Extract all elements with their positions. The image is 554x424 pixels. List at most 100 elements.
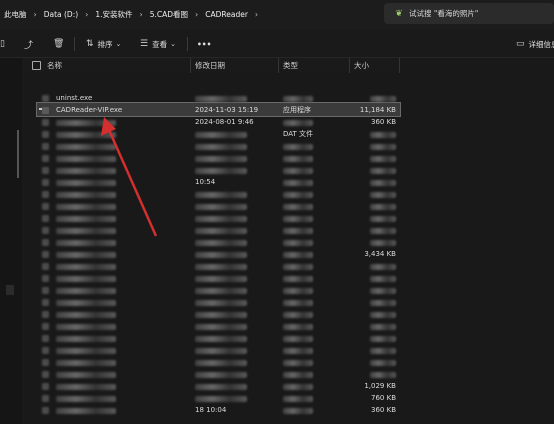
blurred-cell-type xyxy=(283,312,313,318)
file-icon xyxy=(42,251,49,258)
blurred-cell-date xyxy=(195,228,247,234)
file-row[interactable] xyxy=(42,333,400,344)
search-box[interactable]: ❦ 试试搜 "看海的照片" xyxy=(384,3,554,24)
blurred-cell-size xyxy=(370,144,396,150)
cell-date: 2024-08-01 9:46 xyxy=(195,118,254,126)
blurred-cell-name xyxy=(56,216,116,222)
blurred-cell-name xyxy=(56,348,116,354)
file-row[interactable] xyxy=(42,201,400,212)
copy-icon[interactable]: ▯ xyxy=(0,31,8,57)
blurred-cell-type xyxy=(283,300,313,306)
blurred-cell-type xyxy=(283,396,313,402)
file-row[interactable]: 18 10:04 360 KB xyxy=(42,405,400,416)
column-date[interactable]: 修改日期 xyxy=(195,58,225,73)
file-icon xyxy=(42,179,49,186)
chevron-down-icon: ⌄ xyxy=(170,40,176,48)
file-row[interactable]: 1,029 KB xyxy=(42,381,400,392)
file-icon xyxy=(42,119,49,126)
file-icon xyxy=(42,107,49,114)
sort-button[interactable]: ⇅ 排序 ⌄ xyxy=(86,31,125,57)
blurred-cell-date xyxy=(195,144,247,150)
view-button[interactable]: ☰ 查看 ⌄ xyxy=(140,31,180,57)
search-placeholder: 试试搜 "看海的照片" xyxy=(409,9,479,18)
nav-scrollbar[interactable] xyxy=(17,130,19,178)
blurred-cell-type xyxy=(283,204,313,210)
blurred-cell-date xyxy=(195,348,247,354)
file-row[interactable] xyxy=(42,165,400,176)
blurred-cell-type xyxy=(283,192,313,198)
blurred-cell-size xyxy=(370,264,396,270)
file-row[interactable] xyxy=(42,213,400,224)
file-row[interactable] xyxy=(42,225,400,236)
breadcrumb-item[interactable]: CADReader xyxy=(201,10,252,19)
file-row[interactable] xyxy=(42,189,400,200)
blurred-cell-size xyxy=(370,372,396,378)
blurred-cell-size xyxy=(370,168,396,174)
blurred-cell-type xyxy=(283,120,313,126)
cell-size: 360 KB xyxy=(371,118,396,126)
select-all-checkbox[interactable] xyxy=(32,58,41,73)
column-size[interactable]: 大小 xyxy=(354,58,369,73)
file-row-selected[interactable]: CADReader-VIP.exe 2024-11-03 15:19 应用程序 11,… xyxy=(42,105,400,116)
share-icon[interactable]: ⤴ xyxy=(24,31,37,57)
details-button[interactable]: ▭ 详细信息 xyxy=(516,31,554,57)
file-row[interactable]: 3,434 KB xyxy=(42,249,400,260)
file-row[interactable] xyxy=(42,285,400,296)
blurred-cell-type xyxy=(283,252,313,258)
breadcrumb-item[interactable]: Data (D:) xyxy=(40,10,82,19)
blurred-cell-date xyxy=(195,372,247,378)
blurred-cell-name xyxy=(56,204,116,210)
column-divider[interactable] xyxy=(190,58,191,73)
blurred-cell-size xyxy=(370,132,396,138)
blurred-cell-date xyxy=(195,396,247,402)
blurred-cell-date xyxy=(195,168,247,174)
breadcrumb-item[interactable]: 5.CAD看图 xyxy=(146,9,192,20)
blurred-cell-name xyxy=(56,372,116,378)
blurred-cell-name xyxy=(56,276,116,282)
blurred-cell-size xyxy=(370,360,396,366)
more-button[interactable]: ••• xyxy=(197,31,211,57)
blurred-cell-type xyxy=(283,216,313,222)
blurred-cell-size xyxy=(370,96,396,102)
file-row[interactable] xyxy=(42,141,400,152)
file-icon xyxy=(42,335,49,342)
blurred-cell-date xyxy=(195,216,247,222)
file-row[interactable] xyxy=(42,357,400,368)
column-type[interactable]: 类型 xyxy=(283,58,298,73)
cell-date: 18 10:04 xyxy=(195,406,227,414)
file-icon xyxy=(42,395,49,402)
chevron-right-icon[interactable]: › xyxy=(137,10,146,19)
file-row[interactable] xyxy=(42,309,400,320)
cell-type: 应用程序 xyxy=(283,106,311,114)
file-row[interactable]: uninst.exe xyxy=(42,93,400,104)
blurred-cell-name xyxy=(56,252,116,258)
file-row[interactable] xyxy=(42,237,400,248)
file-row[interactable]: 2024-08-01 9:46 360 KB xyxy=(42,117,400,128)
search-tip-icon: ❦ xyxy=(395,8,403,19)
column-divider[interactable] xyxy=(278,58,279,73)
chevron-right-icon[interactable]: › xyxy=(31,10,40,19)
column-name[interactable]: 名称 xyxy=(47,58,62,73)
file-row[interactable] xyxy=(42,261,400,272)
file-row[interactable]: 10:54 xyxy=(42,177,400,188)
file-row[interactable]: 760 KB xyxy=(42,393,400,404)
file-row[interactable] xyxy=(42,297,400,308)
file-row[interactable] xyxy=(42,273,400,284)
file-row[interactable] xyxy=(42,369,400,380)
cell-date: 10:54 xyxy=(195,178,216,186)
cell-name: CADReader-VIP.exe xyxy=(56,106,123,114)
file-row[interactable] xyxy=(42,153,400,164)
blurred-cell-name xyxy=(56,180,116,186)
file-row[interactable] xyxy=(42,321,400,332)
breadcrumb-item[interactable]: 此电脑 xyxy=(0,9,31,20)
file-row[interactable]: DAT 文件 xyxy=(42,129,400,140)
blurred-cell-type xyxy=(283,264,313,270)
breadcrumb-item[interactable]: 1.安装软件 xyxy=(91,9,136,20)
column-divider[interactable] xyxy=(349,58,350,73)
file-row[interactable] xyxy=(42,345,400,356)
toolbar-divider xyxy=(74,37,75,51)
chevron-right-icon[interactable]: › xyxy=(82,10,91,19)
delete-icon[interactable]: 🗑 xyxy=(53,31,68,57)
chevron-right-icon[interactable]: › xyxy=(252,10,261,19)
chevron-right-icon[interactable]: › xyxy=(192,10,201,19)
